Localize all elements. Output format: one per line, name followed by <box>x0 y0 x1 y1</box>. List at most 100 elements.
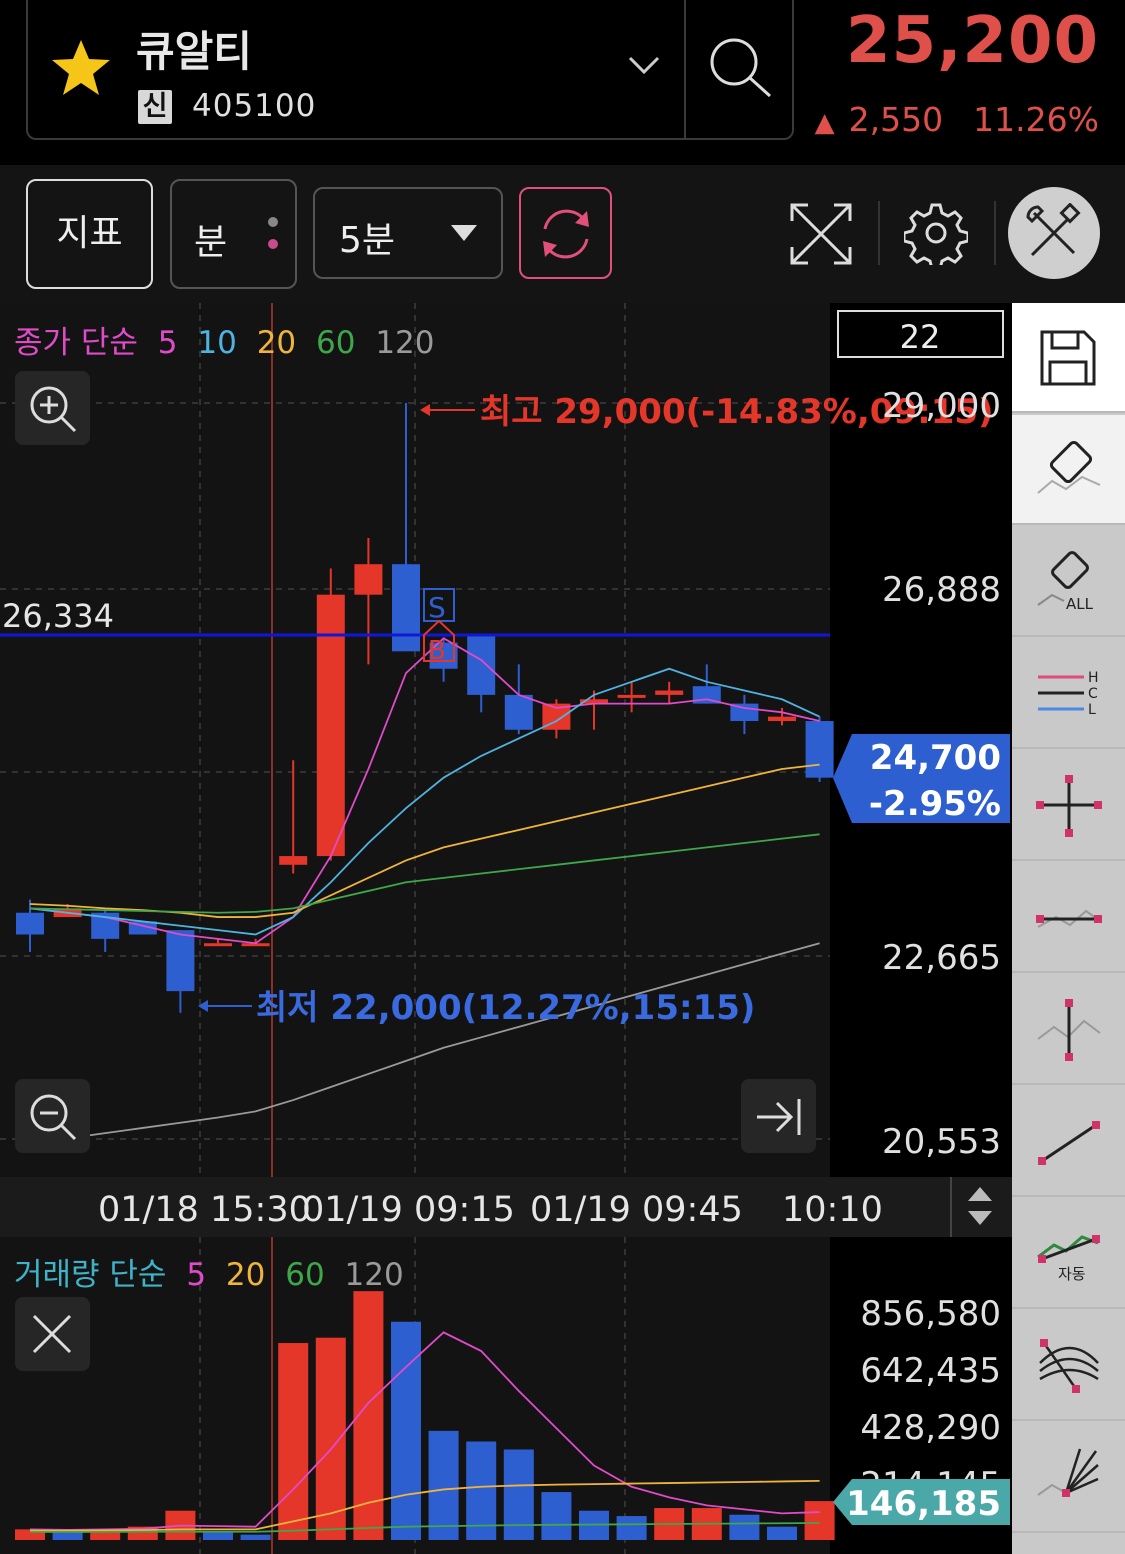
candle-body <box>279 856 308 865</box>
y-tick-label: 22,665 <box>882 938 1001 978</box>
fibonacci-arc-tool[interactable] <box>1012 1311 1125 1421</box>
close-volume-button[interactable] <box>15 1297 90 1371</box>
candle-count: 22 <box>900 318 941 356</box>
crosshair-icon <box>1036 775 1102 837</box>
volume-bar <box>52 1532 83 1540</box>
horizontal-line-icon <box>1036 909 1102 928</box>
candle-body <box>805 721 834 778</box>
caret-down-icon <box>451 225 477 241</box>
divider <box>878 201 880 265</box>
candle-body <box>166 930 195 992</box>
current-price: 25,200 <box>846 4 1099 78</box>
y-tick-label: 26,888 <box>882 570 1001 610</box>
crosshair-tool[interactable] <box>1012 751 1125 861</box>
volume-bar <box>767 1526 797 1540</box>
legend-ma5: 5 <box>158 325 178 361</box>
hcl-tool[interactable]: H C L <box>1012 639 1125 749</box>
scroll-to-end-button[interactable] <box>741 1079 816 1153</box>
y-tick-label: 20,553 <box>882 1122 1001 1162</box>
horizontal-line-tool[interactable] <box>1012 863 1125 973</box>
eraser-tool[interactable] <box>1012 415 1125 525</box>
chevron-down-icon[interactable] <box>628 55 660 75</box>
gear-icon[interactable] <box>904 201 968 265</box>
volume-bar <box>203 1532 233 1540</box>
chart-canvas[interactable]: 26,334 최고 29,000(-14.83%,09:15) 최저 22,00… <box>0 303 1012 1554</box>
candle-body <box>467 633 496 695</box>
interval-label: 5분 <box>339 220 396 261</box>
fan-line-icon <box>1037 1448 1099 1497</box>
save-icon <box>1040 330 1096 386</box>
legend-ma60: 60 <box>316 325 355 361</box>
reference-line-label: 26,334 <box>2 597 114 635</box>
expand-icon[interactable] <box>788 201 854 267</box>
y-tick-label: 29,000 <box>882 386 1001 426</box>
legend-ma120: 120 <box>375 325 434 361</box>
change-amount: 2,550 <box>848 100 944 139</box>
fan-line-tool[interactable] <box>1012 1423 1125 1533</box>
save-tool[interactable] <box>1012 303 1125 413</box>
trend-line-tool[interactable] <box>1012 1087 1125 1197</box>
tools-icon <box>1026 203 1081 257</box>
vol-y-tick-label: 428,290 <box>860 1408 1001 1448</box>
zoom-out-icon <box>30 1094 77 1141</box>
low-label: 최저 22,000(12.27%,15:15) <box>256 988 755 1028</box>
zoom-in-button[interactable] <box>15 371 90 445</box>
zoom-out-button[interactable] <box>15 1079 90 1153</box>
eraser-all-icon: ALL <box>1037 551 1094 613</box>
star-icon[interactable] <box>50 38 112 98</box>
volume-bar <box>428 1430 459 1540</box>
candle-body <box>655 690 684 695</box>
indicator-button[interactable]: 지표 <box>26 179 153 289</box>
current-volume-value: 146,185 <box>846 1484 1001 1524</box>
vol-y-tick-label: 642,435 <box>860 1351 1001 1391</box>
search-icon[interactable] <box>708 36 774 100</box>
price-legend-prefix: 종가 단순 <box>14 325 138 361</box>
listing-badge: 신 <box>138 90 172 124</box>
auto-trend-label: 자동 <box>1058 1265 1086 1283</box>
auto-trend-tool[interactable]: 자동 <box>1012 1199 1125 1309</box>
buy-marker-label: B <box>428 636 446 666</box>
close-icon <box>32 1314 72 1354</box>
stock-name: 큐알티 <box>136 27 252 76</box>
volume-bar <box>278 1343 309 1540</box>
volume-legend: 거래량 단순 5 20 60 120 <box>14 1257 404 1293</box>
divider <box>994 201 996 265</box>
candle-body <box>504 694 533 730</box>
current-price-value: 24,700 <box>870 738 1001 778</box>
refresh-button[interactable] <box>519 187 612 279</box>
volume-bar <box>804 1501 835 1540</box>
hcl-label-c: C <box>1088 686 1098 702</box>
up-arrow-icon: ▲ <box>814 108 835 138</box>
hcl-icon: H C L <box>1038 670 1099 718</box>
dot-icon <box>268 239 278 249</box>
sell-marker-label: S <box>428 591 446 624</box>
period-button[interactable]: 분 <box>170 179 297 289</box>
chart-area[interactable]: 26,334 최고 29,000(-14.83%,09:15) 최저 22,00… <box>0 303 1012 1554</box>
volume-bar <box>616 1516 647 1540</box>
interval-select[interactable]: 5분 <box>313 187 503 279</box>
drawing-tools-button[interactable] <box>1008 187 1100 279</box>
volume-bar <box>240 1534 271 1540</box>
dot-icon <box>268 217 278 227</box>
volume-bar <box>503 1449 534 1540</box>
vertical-line-icon <box>1037 999 1101 1061</box>
price-change: ▲ 2,550 11.26% <box>815 100 1099 139</box>
vol-legend-ma20: 20 <box>226 1257 265 1293</box>
auto-trend-icon: 자동 <box>1037 1235 1100 1283</box>
vol-y-tick-label: 856,580 <box>860 1294 1001 1334</box>
stock-code: 405100 <box>192 88 317 124</box>
volume-legend-prefix: 거래량 단순 <box>14 1257 166 1293</box>
trend-line-icon <box>1038 1121 1100 1165</box>
eraser-all-tool[interactable]: ALL <box>1012 527 1125 637</box>
zoom-in-icon <box>30 386 77 433</box>
refresh-icon <box>543 209 589 259</box>
fibonacci-arc-icon <box>1039 1339 1099 1393</box>
chart-toolbar: 지표 분 5분 <box>0 165 1125 303</box>
volume-bar <box>391 1321 421 1540</box>
candle-body <box>354 564 383 595</box>
volume-bar <box>541 1492 572 1540</box>
vertical-line-tool[interactable] <box>1012 975 1125 1085</box>
eraser-all-label: ALL <box>1066 595 1094 613</box>
divider <box>684 0 686 138</box>
hcl-label-l: L <box>1088 702 1096 718</box>
